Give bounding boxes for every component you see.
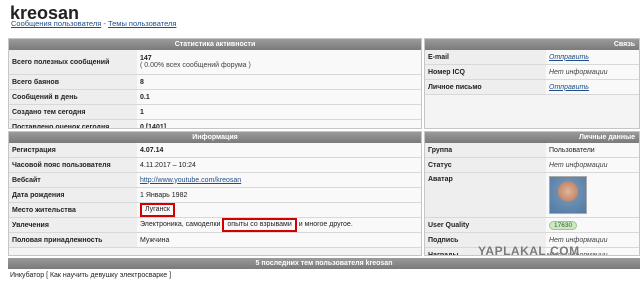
table-row: Вебсайт http://www.youtube.com/kreosan — [9, 172, 421, 188]
info-label: Половая принадлежность — [9, 232, 137, 248]
info-label: Часовой пояс пользователя — [9, 157, 137, 173]
stat-value: 0.1 — [137, 89, 421, 105]
contact-label: Личное письмо — [425, 79, 546, 95]
user-posts-link[interactable]: Сообщения пользователя — [11, 19, 101, 28]
user-topics-link[interactable]: Темы пользователя — [108, 19, 176, 28]
recent-topic-item: Инкубатор [ Как научить девушку электрос… — [10, 272, 171, 279]
group-value: Пользователи — [546, 143, 639, 158]
stat-label: Всего баянов — [9, 74, 137, 90]
timezone-value: 4.11.2017 – 10:24 — [137, 157, 421, 173]
info-label: Место жительства — [9, 202, 137, 218]
info-header: Информация — [9, 132, 421, 143]
contact-panel: Связь E-mail Отправить Номер ICQ Нет инф… — [424, 38, 640, 129]
activity-panel: Статистика активности Всего полезных соо… — [8, 38, 422, 129]
personal-label: User Quality — [425, 217, 546, 233]
total-posts-percent: ( 0.00% всех сообщений форума ) — [140, 62, 251, 69]
contact-header: Связь — [425, 39, 639, 50]
stat-value: 0 [1401] — [137, 119, 421, 128]
avatar — [549, 176, 587, 214]
user-links: Сообщения пользователя - Темы пользовате… — [11, 19, 176, 28]
status-value: Нет информации — [546, 157, 639, 173]
user-quality-badge: 17630 — [549, 220, 578, 230]
table-row: Сообщений в день 0.1 — [9, 89, 421, 105]
table-row: Регистрация 4.07.14 — [9, 143, 421, 158]
stat-label: Всего полезных сообщений — [9, 50, 137, 75]
table-row: Всего баянов 8 — [9, 74, 421, 90]
website-link[interactable]: http://www.youtube.com/kreosan — [140, 177, 241, 184]
table-row: Часовой пояс пользователя 4.11.2017 – 10… — [9, 157, 421, 173]
table-row: Поставлено оценок сегодня 0 [1401] — [9, 119, 421, 128]
hobbies-highlight: опыты со взрывами — [222, 218, 297, 232]
personal-label: Аватар — [425, 172, 546, 218]
stat-label: Создано тем сегодня — [9, 104, 137, 120]
table-row: Номер ICQ Нет информации — [425, 64, 639, 80]
table-row: Увлечения Электроника, самоделки опыты с… — [9, 217, 421, 233]
info-panel: Информация Регистрация 4.07.14 Часовой п… — [8, 131, 422, 256]
email-send-link[interactable]: Отправить — [549, 54, 589, 61]
stat-label: Сообщений в день — [9, 89, 137, 105]
contact-table: E-mail Отправить Номер ICQ Нет информаци… — [425, 50, 639, 95]
table-row: Аватар — [425, 172, 639, 218]
icq-value: Нет информации — [546, 64, 639, 80]
info-label: Дата рождения — [9, 187, 137, 203]
site-watermark: YAPLAKAL.COM — [478, 244, 580, 258]
activity-header: Статистика активности — [9, 39, 421, 50]
hobbies-text-start: Электроника, самоделки — [140, 221, 221, 228]
info-label: Регистрация — [9, 143, 137, 158]
link-separator: - — [101, 19, 108, 28]
table-row: Создано тем сегодня 1 — [9, 104, 421, 120]
stat-label: Поставлено оценок сегодня — [9, 119, 137, 128]
stat-value: 1 — [137, 104, 421, 120]
personal-label: Группа — [425, 143, 546, 158]
personal-header: Личные данные — [425, 132, 639, 143]
quality-value: 17630 — [546, 217, 639, 233]
table-row: Статус Нет информации — [425, 157, 639, 173]
contact-label: Номер ICQ — [425, 64, 546, 80]
website-value: http://www.youtube.com/kreosan — [137, 172, 421, 188]
contact-value: Отправить — [546, 50, 639, 65]
personal-label: Статус — [425, 157, 546, 173]
recent-topic-link[interactable]: Инкубатор [ Как научить девушку электрос… — [10, 272, 171, 279]
registration-value: 4.07.14 — [137, 143, 421, 158]
stat-value: 8 — [137, 74, 421, 90]
hobbies-text-end: и многое другое. — [298, 221, 353, 228]
gender-value: Мужчина — [137, 232, 421, 248]
info-label: Увлечения — [9, 217, 137, 233]
hobbies-value: Электроника, самоделки опыты со взрывами… — [137, 217, 421, 233]
table-row: E-mail Отправить — [425, 50, 639, 65]
table-row: User Quality 17630 — [425, 217, 639, 233]
birthday-value: 1 Январь 1982 — [137, 187, 421, 203]
activity-table: Всего полезных сообщений 147 ( 0.00% все… — [9, 50, 421, 128]
info-table: Регистрация 4.07.14 Часовой пояс пользов… — [9, 143, 421, 248]
recent-topics-header: 5 последних тем пользователя kreosan — [8, 258, 640, 269]
table-row: Дата рождения 1 Январь 1982 — [9, 187, 421, 203]
personal-panel: Личные данные Группа Пользователи Статус… — [424, 131, 640, 256]
table-row: Группа Пользователи — [425, 143, 639, 158]
table-row: Половая принадлежность Мужчина — [9, 232, 421, 248]
location-highlight: Луганск — [140, 203, 175, 217]
stat-value: 147 ( 0.00% всех сообщений форума ) — [137, 50, 421, 75]
total-posts-value: 147 — [140, 55, 152, 62]
table-row: Личное письмо Отправить — [425, 79, 639, 95]
location-value: Луганск — [137, 202, 421, 218]
info-label: Вебсайт — [9, 172, 137, 188]
personal-table: Группа Пользователи Статус Нет информаци… — [425, 143, 639, 255]
contact-value: Отправить — [546, 79, 639, 95]
table-row: Место жительства Луганск — [9, 202, 421, 218]
table-row: Всего полезных сообщений 147 ( 0.00% все… — [9, 50, 421, 75]
avatar-cell — [546, 172, 639, 218]
private-message-link[interactable]: Отправить — [549, 84, 589, 91]
contact-label: E-mail — [425, 50, 546, 65]
